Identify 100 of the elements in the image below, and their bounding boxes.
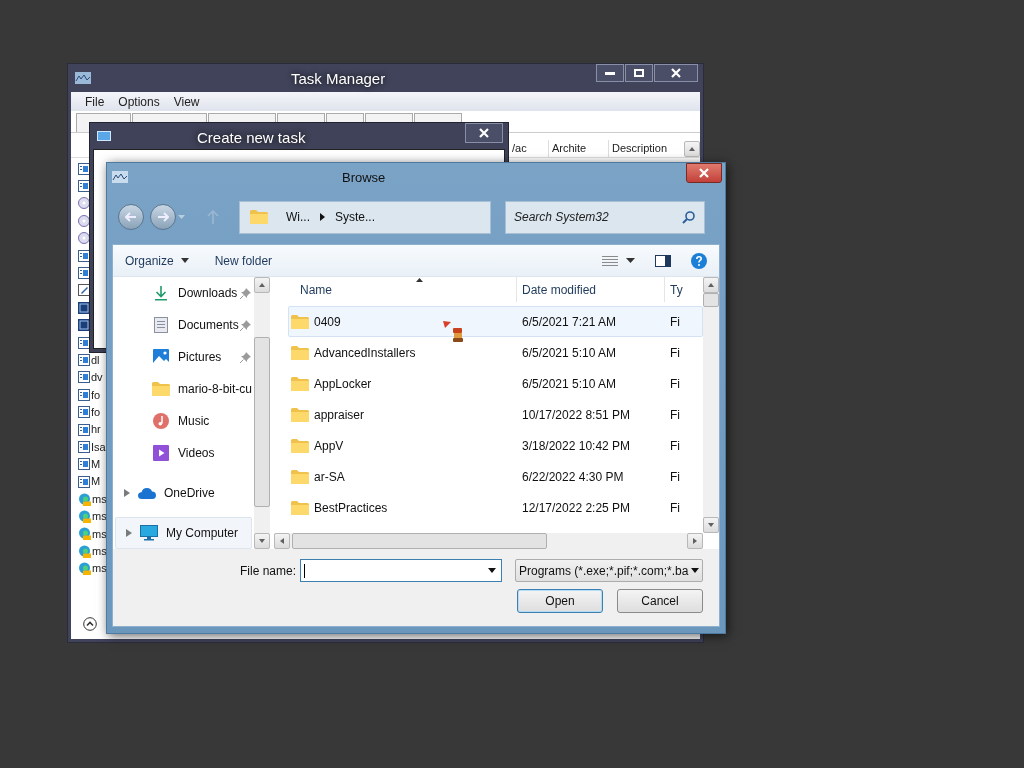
nav-item[interactable]: OneDrive — [113, 477, 254, 509]
breadcrumb-item[interactable]: Syste... — [335, 208, 375, 226]
minimize-button[interactable] — [596, 64, 624, 82]
folder-icon — [250, 210, 268, 224]
file-row[interactable]: ar-SA 6/22/2022 4:30 PM Fi — [288, 461, 703, 492]
breadcrumb-item[interactable]: Wi... — [286, 208, 310, 226]
back-button[interactable] — [118, 204, 144, 230]
vertical-scrollbar[interactable] — [254, 277, 270, 549]
column-header[interactable]: Date modified — [516, 277, 664, 302]
file-row[interactable]: appraiser 10/17/2022 8:51 PM Fi — [288, 399, 703, 430]
scroll-left-button[interactable] — [274, 533, 290, 549]
file-row[interactable]: AdvancedInstallers 6/5/2021 5:10 AM Fi — [288, 337, 703, 368]
scroll-up-button[interactable] — [703, 277, 719, 293]
nav-item[interactable]: Music — [113, 405, 254, 437]
scroll-right-button[interactable] — [687, 533, 703, 549]
dropdown-caret-icon[interactable] — [488, 568, 496, 573]
forward-button[interactable] — [150, 204, 176, 230]
expand-arrow-icon[interactable] — [126, 529, 132, 537]
nav-item[interactable]: mario-8-bit-cu — [113, 373, 254, 405]
file-type-dropdown[interactable]: Programs (*.exe;*.pif;*.com;*.ba — [515, 559, 703, 582]
file-date: 12/17/2022 2:25 PM — [521, 499, 632, 517]
file-name: AppLocker — [314, 375, 372, 393]
program-icon — [78, 371, 90, 384]
close-button[interactable] — [654, 64, 698, 82]
program-icon — [78, 388, 90, 401]
nav-item[interactable]: Documents — [113, 309, 254, 341]
close-icon — [479, 128, 489, 138]
file-date: 6/5/2021 7:21 AM — [521, 313, 618, 331]
file-row[interactable]: AppLocker 6/5/2021 5:10 AM Fi — [288, 368, 703, 399]
search-icon[interactable] — [682, 210, 695, 224]
preview-pane-icon[interactable] — [655, 254, 671, 267]
menu-item[interactable]: View — [173, 92, 200, 111]
address-bar[interactable]: Wi... Syste... — [239, 200, 491, 234]
file-row[interactable]: BestPractices 12/17/2022 2:25 PM Fi — [288, 492, 703, 523]
close-icon — [699, 168, 709, 178]
scroll-up-button[interactable] — [684, 140, 700, 157]
file-row[interactable]: AppV 3/18/2022 10:42 PM Fi — [288, 430, 703, 461]
pin-icon[interactable] — [240, 320, 251, 331]
toolbar-button[interactable]: New folder — [214, 251, 273, 270]
file-type: Fi — [669, 406, 680, 424]
program-icon — [78, 440, 90, 453]
scroll-thumb[interactable] — [703, 293, 719, 307]
dropdown-caret-icon[interactable] — [626, 258, 635, 263]
file-name: appraiser — [314, 406, 365, 424]
folder-icon — [291, 314, 309, 329]
scroll-up-button[interactable] — [254, 277, 270, 293]
dialog-button[interactable]: Cancel — [617, 589, 703, 613]
process-name: dv — [91, 370, 103, 386]
dialog-button[interactable]: Open — [517, 589, 603, 613]
folder-icon — [291, 438, 309, 453]
dropdown-caret-icon — [691, 568, 699, 573]
scroll-thumb[interactable] — [292, 533, 547, 549]
file-name: 0409 — [314, 313, 341, 331]
window-title: Task Manager — [291, 69, 386, 89]
file-name-field[interactable] — [300, 559, 502, 582]
horizontal-scrollbar[interactable] — [274, 533, 703, 549]
folder-icon — [291, 376, 309, 391]
nav-item[interactable]: Videos — [113, 437, 254, 469]
close-button[interactable] — [465, 123, 503, 143]
close-button[interactable] — [686, 163, 722, 183]
column-header[interactable]: Name — [274, 280, 516, 299]
nav-item[interactable]: My Computer — [115, 517, 252, 549]
program-icon — [78, 475, 90, 488]
vertical-scrollbar[interactable] — [703, 277, 719, 533]
column-header[interactable]: Archite — [548, 140, 608, 157]
process-name: ms — [92, 526, 107, 542]
nav-item[interactable]: Pictures — [113, 341, 254, 373]
file-row[interactable]: 0409 6/5/2021 7:21 AM Fi — [288, 306, 703, 337]
maximize-button[interactable] — [625, 64, 653, 82]
file-type: Fi — [669, 344, 680, 362]
collapse-up-icon[interactable] — [83, 617, 97, 631]
scroll-thumb[interactable] — [254, 337, 270, 507]
sort-arrow-icon — [416, 278, 423, 282]
pin-icon[interactable] — [240, 288, 251, 299]
process-name: Isa — [91, 439, 106, 455]
menu-item[interactable]: File — [85, 92, 105, 111]
file-name: AdvancedInstallers — [314, 344, 416, 362]
program-icon — [78, 458, 90, 471]
toolbar-button[interactable]: Organize — [125, 251, 189, 270]
program-icon — [78, 267, 90, 280]
search-field[interactable]: Search System32 — [505, 200, 705, 234]
menu-item[interactable]: Options — [118, 92, 160, 111]
expand-arrow-icon[interactable] — [124, 489, 130, 497]
program-icon — [78, 162, 90, 175]
scroll-down-button[interactable] — [254, 533, 270, 549]
browser-icon — [78, 544, 91, 558]
pin-icon[interactable] — [240, 352, 251, 363]
help-icon[interactable] — [691, 252, 707, 269]
process-name: fo — [91, 404, 101, 420]
scroll-down-button[interactable] — [703, 517, 719, 533]
nav-item[interactable]: Downloads — [113, 277, 254, 309]
music-icon — [153, 413, 169, 429]
file-name: BestPractices — [314, 499, 388, 517]
view-list-icon[interactable] — [602, 255, 618, 266]
left-arrow-icon — [125, 212, 137, 222]
folder-icon — [152, 382, 170, 396]
column-header[interactable]: Ty — [664, 277, 683, 302]
program-icon — [78, 406, 90, 419]
download-icon — [153, 285, 169, 301]
run-icon — [97, 131, 111, 141]
